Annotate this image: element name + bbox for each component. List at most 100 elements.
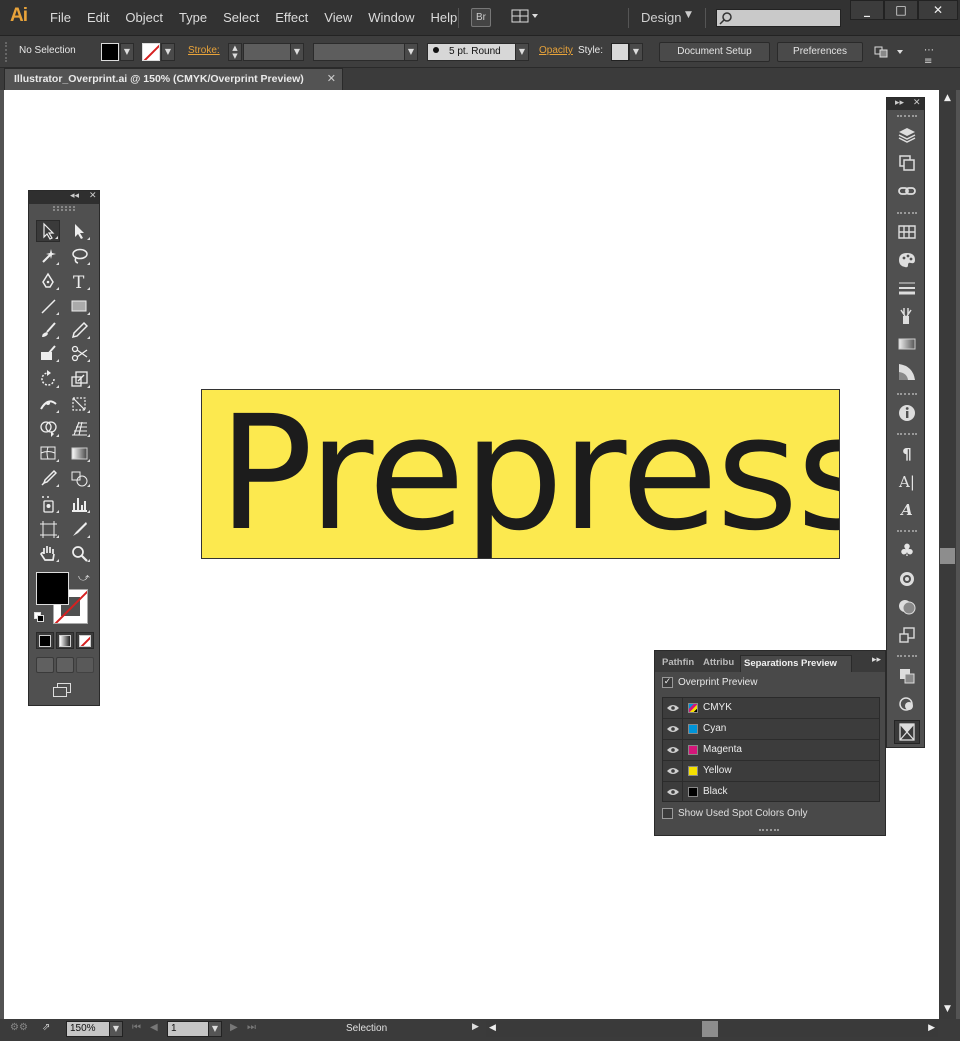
stroke-weight-dropdown[interactable]: ▼	[290, 43, 304, 61]
previous-artboard-icon[interactable]: ◀	[150, 1022, 158, 1033]
none-mode-button[interactable]	[76, 632, 94, 649]
type-tool[interactable]: T	[67, 270, 91, 292]
scroll-down-icon[interactable]: ▼	[939, 1001, 956, 1017]
eye-icon[interactable]	[663, 761, 683, 781]
menu-object[interactable]: Object	[117, 0, 171, 36]
gradient-mode-button[interactable]	[56, 632, 74, 649]
zoom-dropdown[interactable]: ▼	[109, 1021, 123, 1037]
panel-menu-icon[interactable]: ▸▸	[872, 655, 881, 665]
draw-behind-button[interactable]	[56, 657, 74, 673]
magic-wand-tool[interactable]	[36, 245, 60, 267]
maximize-button[interactable]: □	[884, 0, 918, 20]
menu-effect[interactable]: Effect	[267, 0, 316, 36]
graphic-style-swatch[interactable]	[611, 43, 629, 61]
shape-builder-tool[interactable]	[36, 417, 60, 439]
eye-icon[interactable]	[663, 782, 683, 802]
expand-icon[interactable]: ▸▸	[895, 98, 904, 108]
tools-panel-grip[interactable]	[53, 206, 75, 211]
horizontal-scrollbar[interactable]: ◀ ▶	[486, 1021, 938, 1037]
close-icon[interactable]: ✕	[327, 72, 336, 85]
free-transform-tool[interactable]	[67, 393, 91, 415]
color-mode-button[interactable]	[36, 632, 54, 649]
vertical-scroll-thumb[interactable]	[940, 548, 955, 564]
perspective-grid-tool[interactable]	[67, 417, 91, 439]
column-graph-tool[interactable]	[67, 493, 91, 515]
overprint-preview-checkbox[interactable]: ✓	[662, 677, 673, 688]
list-item[interactable]: Magenta	[663, 740, 879, 761]
collapse-icon[interactable]: ◂◂	[70, 191, 79, 201]
brushes-icon[interactable]	[894, 304, 920, 328]
close-icon[interactable]: ✕	[89, 191, 97, 201]
menu-view[interactable]: View	[316, 0, 360, 36]
pen-tool[interactable]	[36, 270, 60, 292]
menu-select[interactable]: Select	[215, 0, 267, 36]
graphic-style-dropdown[interactable]: ▼	[629, 43, 643, 61]
fill-color-swatch[interactable]	[101, 43, 119, 61]
default-fill-stroke-icon[interactable]	[34, 612, 44, 622]
list-item[interactable]: CMYK	[663, 698, 879, 719]
share-icon[interactable]: ⇗	[42, 1022, 50, 1033]
eye-icon[interactable]	[663, 740, 683, 760]
eye-icon[interactable]	[663, 698, 683, 718]
tab-pathfinder[interactable]: Pathfin	[659, 655, 699, 672]
list-item[interactable]: Yellow	[663, 761, 879, 782]
menu-window[interactable]: Window	[360, 0, 422, 36]
pathfinder-icon[interactable]	[894, 664, 920, 688]
arrange-documents-button[interactable]	[510, 8, 540, 27]
last-artboard-icon[interactable]: ⏭	[247, 1022, 256, 1033]
stroke-weight-input[interactable]	[243, 43, 291, 61]
next-artboard-icon[interactable]: ▶	[230, 1022, 238, 1033]
stroke-weight-stepper[interactable]: ▲ ▼	[228, 43, 242, 61]
direct-selection-tool[interactable]	[67, 220, 91, 242]
workspace-switcher[interactable]: Design	[641, 10, 681, 25]
eyedropper-tool[interactable]	[36, 467, 60, 489]
stroke-link[interactable]: Stroke:	[188, 45, 220, 56]
brush-definition[interactable]: 5 pt. Round	[427, 43, 516, 61]
swatches-icon[interactable]	[894, 220, 920, 244]
graphic-styles-icon[interactable]	[894, 595, 920, 619]
slice-tool[interactable]	[67, 518, 91, 540]
scale-tool[interactable]	[67, 368, 91, 390]
menu-edit[interactable]: Edit	[79, 0, 117, 36]
minimize-button[interactable]: _	[850, 0, 884, 20]
separations-preview-icon[interactable]	[894, 720, 920, 744]
dock-grip[interactable]	[897, 212, 917, 216]
list-item[interactable]: Cyan	[663, 719, 879, 740]
document-setup-button[interactable]: Document Setup	[659, 42, 770, 62]
draw-inside-button[interactable]	[76, 657, 94, 673]
paintbrush-tool[interactable]	[36, 319, 60, 341]
gradient-tool[interactable]	[67, 442, 91, 464]
dock-grip[interactable]	[897, 530, 917, 534]
character-icon[interactable]: A|	[894, 470, 920, 494]
document-tab[interactable]: Illustrator_Overprint.ai @ 150% (CMYK/Ov…	[4, 68, 343, 90]
search-input[interactable]	[716, 9, 841, 27]
control-panel-menu-icon[interactable]: ⋯≡	[924, 45, 942, 67]
brush-dropdown[interactable]: ▼	[515, 43, 529, 61]
width-tool[interactable]	[36, 393, 60, 415]
scissors-tool[interactable]	[67, 342, 91, 364]
dock-grip[interactable]	[897, 433, 917, 437]
screen-mode-button[interactable]	[51, 683, 73, 699]
layers-icon[interactable]	[894, 123, 920, 147]
dock-grip[interactable]	[897, 655, 917, 659]
zoom-tool[interactable]	[67, 542, 91, 564]
info-icon[interactable]	[894, 401, 920, 425]
dock-grip[interactable]	[897, 115, 917, 119]
fill-swatch[interactable]	[36, 572, 69, 605]
close-icon[interactable]: ✕	[913, 98, 921, 108]
paragraph-icon[interactable]: ¶	[894, 442, 920, 466]
fill-dropdown[interactable]: ▼	[120, 43, 134, 61]
artboard-canvas[interactable]: Prepress	[4, 90, 939, 1019]
dock-header[interactable]: ▸▸ ✕	[887, 98, 924, 110]
artboard-tool[interactable]	[36, 518, 60, 540]
first-artboard-icon[interactable]: ⏮	[132, 1022, 141, 1033]
artboards-icon[interactable]	[894, 151, 920, 175]
overprint-preview-option[interactable]: ✓ Overprint Preview	[662, 677, 757, 688]
rectangle-tool[interactable]	[67, 295, 91, 317]
list-item[interactable]: Black	[663, 782, 879, 803]
transparency-icon[interactable]	[894, 360, 920, 384]
transform-icon[interactable]	[894, 623, 920, 647]
stroke-color-swatch[interactable]	[142, 43, 160, 61]
symbol-sprayer-tool[interactable]	[36, 493, 60, 515]
spot-colors-checkbox[interactable]	[662, 808, 673, 819]
